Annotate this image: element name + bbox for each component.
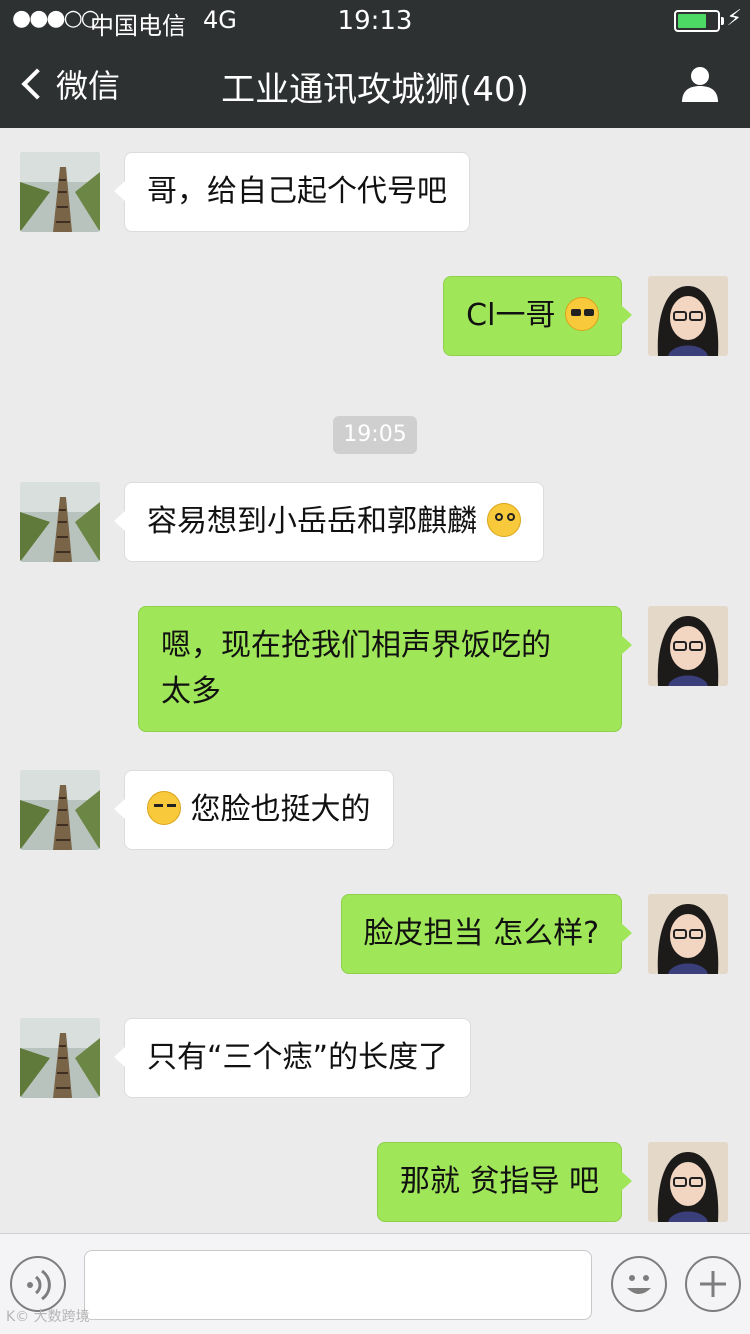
nav-bar: 微信 工业通讯攻城狮(40) xyxy=(0,40,750,128)
sunglasses-emoji-icon xyxy=(565,297,599,331)
message-text: Cl一哥 xyxy=(466,298,556,333)
smiley-icon xyxy=(627,1275,651,1294)
status-bar: ●●●○○ 中国电信 4G 19:13 ⚡ xyxy=(0,0,750,40)
message-text: 容易想到小岳岳和郭麒麟 xyxy=(147,504,477,539)
chat-area[interactable]: 哥，给自己起个代号吧 Cl一哥 19:05 容易想到小岳岳和郭麒麟 嗯，现在抢我… xyxy=(0,128,750,1233)
message-bubble[interactable]: 您脸也挺大的 xyxy=(114,770,394,850)
battery-icon xyxy=(674,10,724,32)
avatar-other[interactable] xyxy=(20,482,100,562)
message-bubble[interactable]: 那就 贫指导 吧 xyxy=(376,1142,633,1222)
timestamp-badge: 19:05 xyxy=(333,416,417,454)
message-text: 只有“三个痣”的长度了 xyxy=(147,1040,449,1075)
message-text: 您脸也挺大的 xyxy=(190,792,371,827)
message-input[interactable] xyxy=(84,1250,592,1320)
voice-icon xyxy=(27,1269,51,1301)
top-bar: ●●●○○ 中国电信 4G 19:13 ⚡ 微信 工业通讯攻城狮(40) xyxy=(0,0,750,128)
message-text: 脸皮担当 怎么样? xyxy=(363,916,599,951)
dizzy-emoji-icon xyxy=(486,503,521,537)
message-text-line: 太多 xyxy=(161,674,221,709)
voice-button[interactable] xyxy=(10,1256,66,1312)
message-bubble[interactable]: 脸皮担当 怎么样? xyxy=(340,894,633,974)
group-info-icon[interactable] xyxy=(680,64,720,104)
avatar-self[interactable] xyxy=(648,606,728,686)
avatar-other[interactable] xyxy=(20,1018,100,1098)
sweat-emoji-icon xyxy=(147,791,181,825)
avatar-self[interactable] xyxy=(648,1142,728,1222)
emoji-button[interactable] xyxy=(611,1256,667,1312)
message-bubble[interactable]: 只有“三个痣”的长度了 xyxy=(113,1018,472,1098)
message-bubble[interactable]: 容易想到小岳岳和郭麒麟 xyxy=(114,482,544,562)
chat-title: 工业通讯攻城狮(40) xyxy=(221,70,529,110)
plus-icon xyxy=(700,1271,726,1297)
more-button[interactable] xyxy=(685,1256,741,1312)
avatar-self[interactable] xyxy=(648,276,728,356)
message-text-line: 嗯，现在抢我们相声界饭吃的 xyxy=(161,628,551,663)
charging-icon: ⚡ xyxy=(726,6,742,31)
avatar-other[interactable] xyxy=(20,770,100,850)
status-time: 19:13 xyxy=(337,6,413,36)
avatar-other[interactable] xyxy=(20,152,100,232)
message-bubble[interactable]: 哥，给自己起个代号吧 xyxy=(114,152,470,232)
input-bar xyxy=(0,1233,750,1334)
message-bubble[interactable]: 嗯，现在抢我们相声界饭吃的 太多 xyxy=(138,606,632,732)
message-text: 哥，给自己起个代号吧 xyxy=(147,174,447,209)
message-bubble[interactable]: Cl一哥 xyxy=(443,276,632,356)
message-text: 那就 贫指导 吧 xyxy=(399,1164,599,1199)
watermark-logo: K© 大数跨境 xyxy=(6,1309,90,1325)
avatar-self[interactable] xyxy=(648,894,728,974)
